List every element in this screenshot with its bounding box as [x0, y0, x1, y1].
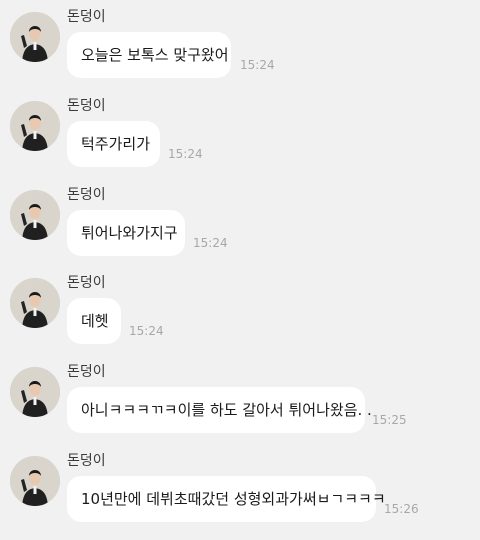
- sender-name: 돈덩이: [67, 453, 106, 469]
- chat-message: 돈덩이 아니ㅋㅋㅋㄲㅋ이를 하도 갈아서 튀어나왔음. . 15:25: [0, 355, 480, 441]
- message-timestamp: 15:24: [129, 324, 164, 338]
- chat-message-list: 돈덩이 오늘은 보톡스 맞구왔어 15:24 돈덩이 턱주가리가 15:24 돈…: [0, 0, 480, 540]
- message-timestamp: 15:26: [384, 502, 419, 516]
- avatar[interactable]: [10, 278, 60, 328]
- avatar[interactable]: [10, 101, 60, 151]
- avatar[interactable]: [10, 367, 60, 417]
- sender-name: 돈덩이: [67, 275, 106, 291]
- sender-name: 돈덩이: [67, 364, 106, 380]
- chat-message: 돈덩이 10년만에 데뷔초때갔던 성형외과가써ㅂㄱㅋㅋㅋ 15:26: [0, 444, 480, 530]
- chat-message: 돈덩이 튀어나와가지구 15:24: [0, 178, 480, 264]
- avatar[interactable]: [10, 456, 60, 506]
- avatar[interactable]: [10, 190, 60, 240]
- profile-photo-icon: [10, 456, 60, 506]
- message-timestamp: 15:24: [168, 147, 203, 161]
- chat-message: 돈덩이 오늘은 보톡스 맞구왔어 15:24: [0, 0, 480, 86]
- message-bubble[interactable]: 데헷: [67, 298, 121, 344]
- profile-photo-icon: [10, 190, 60, 240]
- message-timestamp: 15:25: [372, 413, 407, 427]
- chat-message: 돈덩이 데헷 15:24: [0, 266, 480, 352]
- sender-name: 돈덩이: [67, 9, 106, 25]
- message-timestamp: 15:24: [193, 236, 228, 250]
- sender-name: 돈덩이: [67, 187, 106, 203]
- message-bubble[interactable]: 아니ㅋㅋㅋㄲㅋ이를 하도 갈아서 튀어나왔음. .: [67, 387, 372, 433]
- chat-message: 돈덩이 턱주가리가 15:24: [0, 89, 480, 175]
- profile-photo-icon: [10, 367, 60, 417]
- profile-photo-icon: [10, 278, 60, 328]
- profile-photo-icon: [10, 101, 60, 151]
- message-bubble[interactable]: 턱주가리가: [67, 121, 160, 167]
- message-bubble[interactable]: 튀어나와가지구: [67, 210, 185, 256]
- message-bubble[interactable]: 10년만에 데뷔초때갔던 성형외과가써ㅂㄱㅋㅋㅋ: [67, 476, 386, 522]
- message-timestamp: 15:24: [240, 58, 275, 72]
- profile-photo-icon: [10, 12, 60, 62]
- message-bubble[interactable]: 오늘은 보톡스 맞구왔어: [67, 32, 231, 78]
- sender-name: 돈덩이: [67, 98, 106, 114]
- avatar[interactable]: [10, 12, 60, 62]
